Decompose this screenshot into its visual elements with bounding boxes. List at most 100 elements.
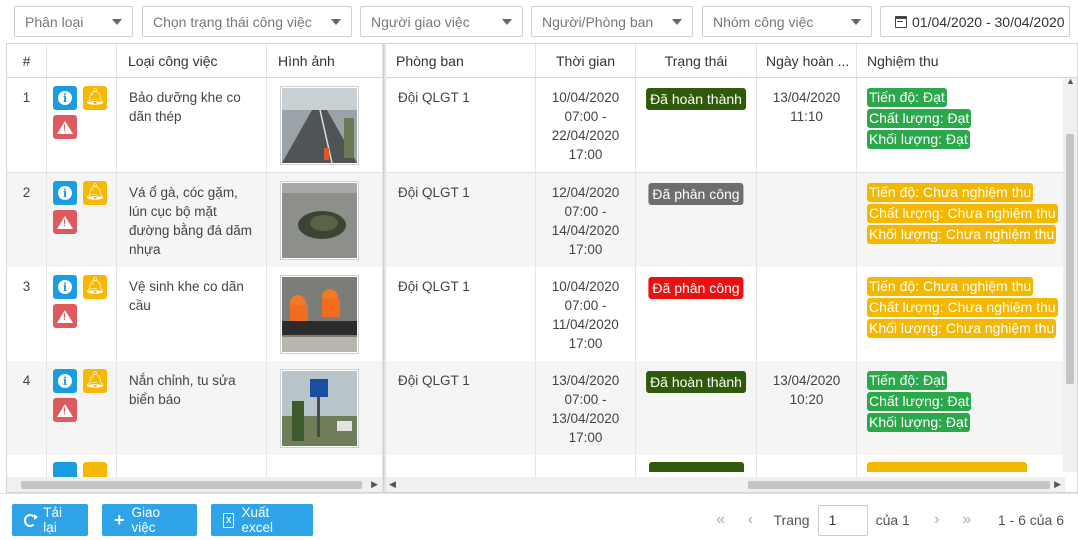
bell-icon: 🔔︎: [84, 278, 106, 295]
vertical-scrollbar[interactable]: ▲: [1063, 76, 1077, 472]
acceptance-tag: Khối lượng: Đạt: [867, 130, 970, 149]
row-actions-cell: i 🔔︎: [47, 361, 117, 455]
table-row[interactable]: 3 i 🔔︎ Vệ sinh khe co dãn cầu Đội QLGT 1 10/0…: [7, 267, 1077, 361]
header-completed-date[interactable]: Ngày hoàn ...: [757, 44, 857, 77]
notify-button[interactable]: 🔔︎: [83, 369, 107, 393]
right-horizontal-scrollbar[interactable]: ◀ ▶: [386, 477, 1065, 492]
row-index: 4: [22, 373, 31, 388]
acceptance-cell: Tiến độ: Đạt Chất lượng: Đạt Khối lượng: Đ…: [857, 78, 1077, 172]
scroll-up-icon[interactable]: ▲: [1066, 76, 1075, 86]
prev-page-icon[interactable]: ‹: [736, 511, 766, 529]
warning-button[interactable]: [53, 115, 77, 139]
job-type-cell: Vá ổ gà, cóc gặm, lún cục bộ mặt đường b…: [117, 173, 267, 267]
scroll-right-icon[interactable]: ▶: [1054, 479, 1061, 490]
date-range-filter[interactable]: 01/04/2020 - 30/04/2020: [880, 6, 1070, 37]
info-button[interactable]: i: [53, 369, 77, 393]
header-job-type[interactable]: Loại công việc: [117, 44, 267, 77]
job-photo: [282, 183, 357, 258]
excel-file-icon: X: [223, 512, 235, 528]
time-cell: 13/04/2020 07:00 - 13/04/2020 17:00: [536, 361, 636, 455]
acceptance-tag: Chất lượng: Chưa nghiệm thu: [867, 204, 1058, 223]
left-horizontal-scrollbar[interactable]: ▶: [7, 477, 382, 492]
vertical-scroll-thumb[interactable]: [1066, 134, 1074, 384]
left-scroll-thumb[interactable]: [21, 481, 362, 489]
department-cell: Đội QLGT 1: [386, 267, 536, 361]
job-photo-thumbnail[interactable]: [280, 86, 359, 165]
job-type-cell: Vệ sinh khe co dãn cầu: [117, 267, 267, 361]
export-excel-button[interactable]: X Xuất excel: [211, 504, 313, 536]
job-photo-thumbnail[interactable]: [280, 369, 359, 448]
assigner-filter-label: Người giao việc: [371, 13, 470, 30]
completed-date-cell: [757, 173, 857, 267]
department-text: Đội QLGT 1: [398, 185, 470, 200]
table-row[interactable]: 1 i 🔔︎ Bảo dưỡng khe co dãn thép Đội QLGT 1 1…: [7, 78, 1077, 172]
row-index-cell: 1: [7, 78, 47, 172]
first-page-icon[interactable]: «: [706, 511, 736, 529]
warning-button[interactable]: [53, 210, 77, 234]
job-table: # Loại công việc Hình ảnh Phòng ban Thời…: [6, 43, 1078, 493]
calendar-icon: [895, 15, 907, 28]
right-scroll-thumb[interactable]: [748, 481, 1050, 489]
department-text: Đội QLGT 1: [398, 373, 470, 388]
assignee-filter[interactable]: Người/Phòng ban: [531, 6, 693, 37]
notify-button[interactable]: 🔔︎: [83, 181, 107, 205]
job-photo-thumbnail[interactable]: [280, 181, 359, 260]
date-range-value: 01/04/2020 - 30/04/2020: [912, 13, 1065, 30]
warning-button[interactable]: [53, 398, 77, 422]
status-badge: Đã hoàn thành: [646, 88, 746, 110]
table-row[interactable]: 2 i 🔔︎ Vá ổ gà, cóc gặm, lún cục bộ mặt đườ…: [7, 173, 1077, 267]
scroll-right-icon[interactable]: ▶: [371, 479, 378, 490]
acceptance-tag: Tiến độ: Đạt: [867, 88, 947, 107]
image-cell: [267, 78, 383, 172]
header-status[interactable]: Trạng thái: [636, 44, 757, 77]
header-department[interactable]: Phòng ban: [386, 44, 536, 77]
completed-date-cell: 13/04/2020 11:10: [757, 78, 857, 172]
header-image[interactable]: Hình ảnh: [267, 44, 383, 77]
frozen-pane-splitter[interactable]: [383, 44, 386, 492]
department-cell: Đội QLGT 1: [386, 173, 536, 267]
assigner-filter[interactable]: Người giao việc: [360, 6, 523, 37]
job-status-filter[interactable]: Chọn trạng thái công việc: [142, 6, 352, 37]
reload-button[interactable]: Tải lại: [12, 504, 88, 536]
status-cell: Đã phân công: [636, 173, 757, 267]
acceptance-tag: [867, 462, 1027, 472]
next-page-icon[interactable]: ›: [922, 511, 952, 529]
job-photo-thumbnail[interactable]: [280, 275, 359, 354]
job-type-text: Nắn chỉnh, tu sửa biển báo: [129, 373, 236, 407]
info-button[interactable]: i: [53, 275, 77, 299]
notify-button[interactable]: 🔔︎: [83, 275, 107, 299]
info-button[interactable]: i: [53, 86, 77, 110]
table-row[interactable]: 4 i 🔔︎ Nắn chỉnh, tu sửa biển báo Đội QLGT 1…: [7, 361, 1077, 455]
notify-button[interactable]: 🔔︎: [83, 86, 107, 110]
header-acceptance[interactable]: Nghiệm thu: [857, 44, 1077, 77]
time-range-text: 12/04/2020 07:00 - 14/04/2020 17:00: [551, 185, 620, 257]
job-type-text: Bảo dưỡng khe co dãn thép: [129, 90, 241, 124]
bell-icon: 🔔︎: [84, 184, 106, 201]
category-filter[interactable]: Phân loại: [14, 6, 133, 37]
assign-job-button[interactable]: + Giao việc: [102, 504, 197, 536]
acceptance-cell: Tiến độ: Chưa nghiệm thu Chất lượng: Chưa…: [857, 173, 1077, 267]
job-group-filter[interactable]: Nhóm công việc: [702, 6, 872, 37]
last-page-icon[interactable]: »: [952, 511, 982, 529]
warning-button[interactable]: [53, 304, 77, 328]
warning-icon: [57, 120, 73, 134]
department-text: Đội QLGT 1: [398, 279, 470, 294]
job-status-filter-label: Chọn trạng thái công việc: [153, 13, 312, 30]
pagination: « ‹ Trang của 1 › » 1 - 6 của 6: [706, 504, 1064, 536]
status-badge: Đã phân công: [648, 183, 744, 205]
status-badge: Đã phân công: [648, 277, 744, 299]
acceptance-tag: Chất lượng: Đạt: [867, 109, 972, 128]
page-number-input[interactable]: [817, 504, 868, 536]
completed-date-cell: [757, 267, 857, 361]
assign-job-button-label: Giao việc: [131, 505, 161, 535]
acceptance-tag: Khối lượng: Chưa nghiệm thu: [867, 225, 1057, 244]
job-type-text: Vá ổ gà, cóc gặm, lún cục bộ mặt đường b…: [129, 185, 252, 257]
info-button[interactable]: i: [53, 181, 77, 205]
reload-button-label: Tải lại: [43, 505, 62, 535]
page-label: Trang: [773, 512, 810, 528]
category-filter-label: Phân loại: [25, 13, 84, 30]
acceptance-cell: Tiến độ: Đạt Chất lượng: Đạt Khối lượng: Đ…: [857, 361, 1077, 455]
header-time[interactable]: Thời gian: [536, 44, 636, 77]
bell-icon: 🔔︎: [84, 372, 106, 389]
scroll-left-icon[interactable]: ◀: [389, 479, 396, 490]
